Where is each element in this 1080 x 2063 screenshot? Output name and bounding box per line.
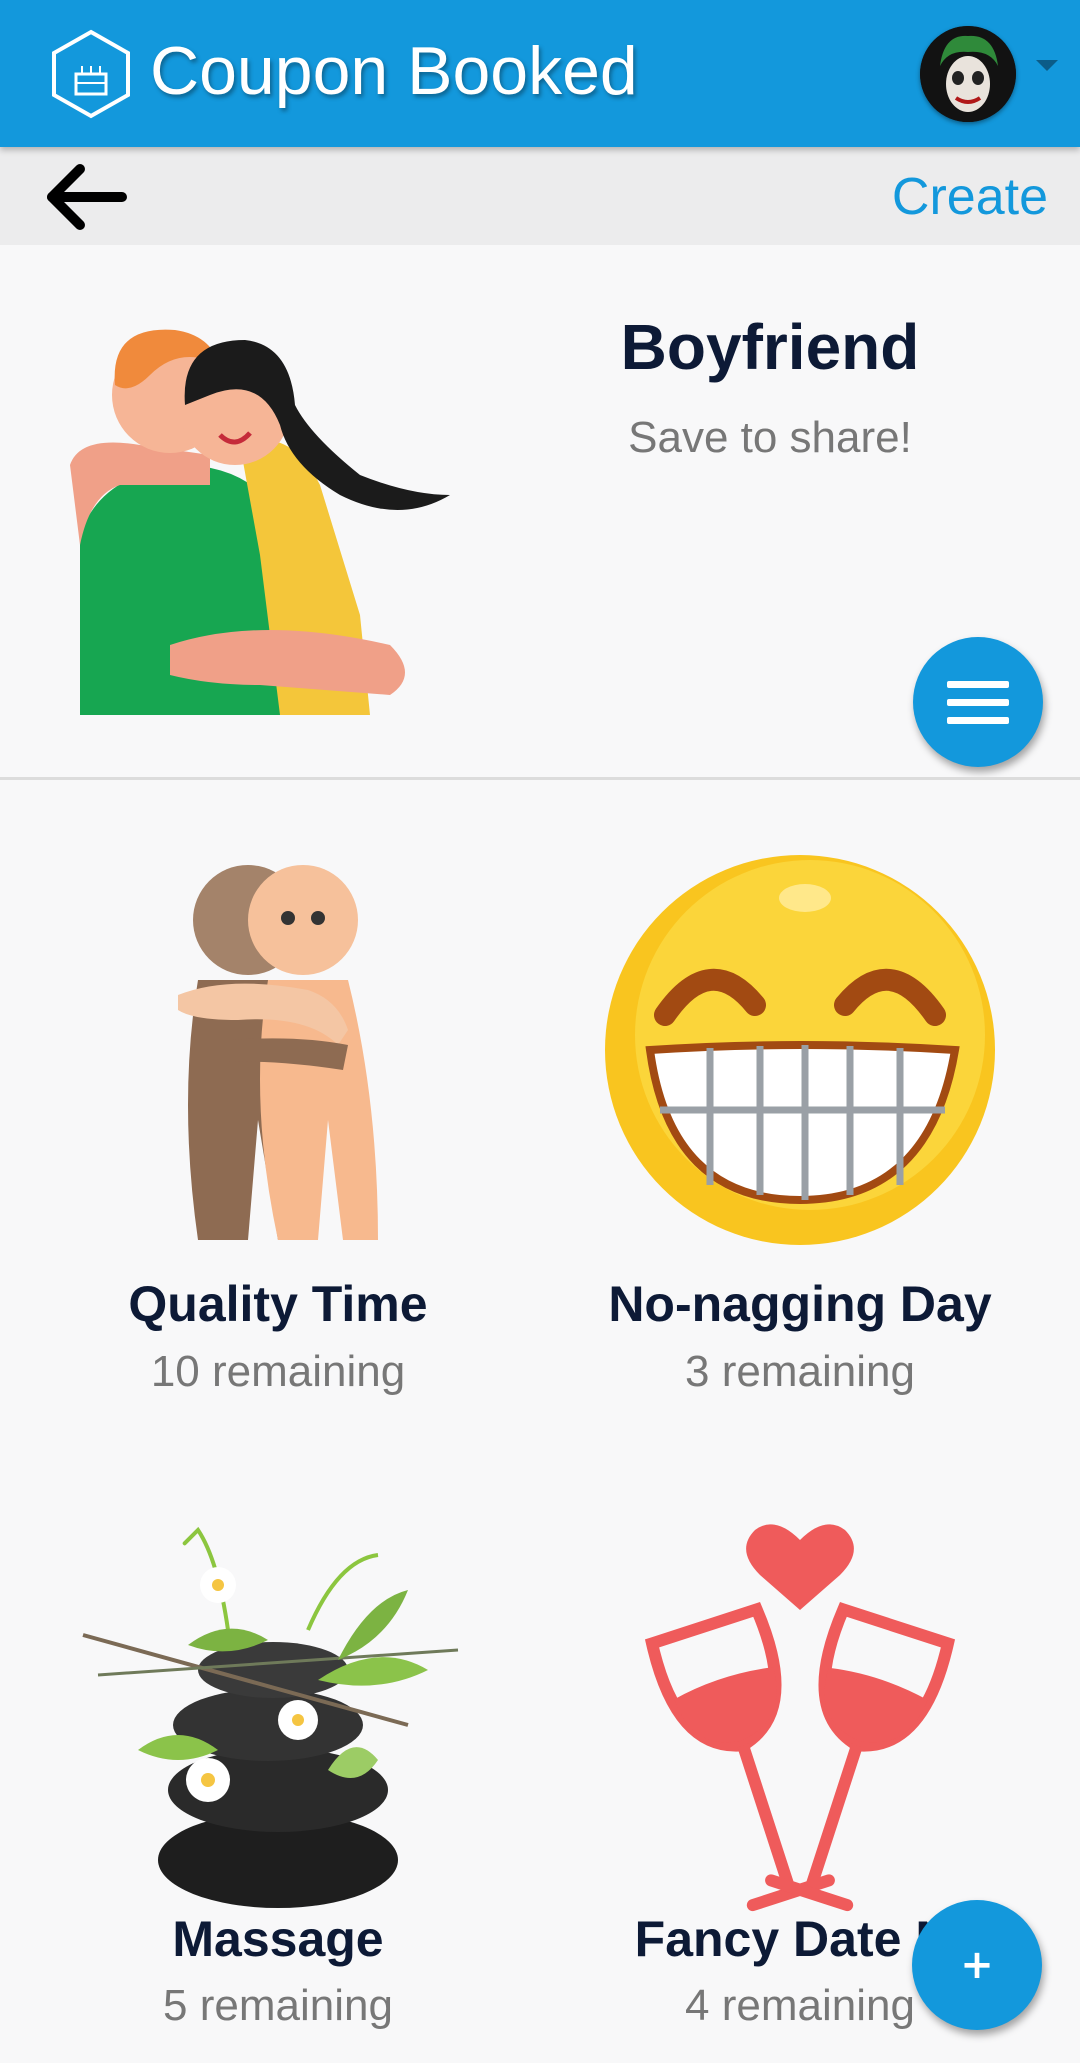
hugging-figures-icon: [178, 865, 378, 1240]
coupon-remaining: 3 remaining: [685, 1347, 915, 1396]
coupon-title: Quality Time: [128, 1276, 428, 1332]
spa-stones-icon: [82, 1526, 459, 1908]
coupon-title: Massage: [172, 1911, 384, 1967]
coupon-remaining: 5 remaining: [163, 1981, 393, 2030]
chevron-down-icon[interactable]: [1036, 60, 1058, 71]
add-coupon-button[interactable]: +: [912, 1900, 1042, 2030]
divider: [0, 777, 1080, 780]
menu-button[interactable]: [913, 637, 1043, 767]
coupon-remaining: 10 remaining: [150, 1347, 406, 1396]
coupon-title: No-nagging Day: [608, 1276, 992, 1332]
toolbar: Create: [0, 147, 1080, 245]
create-button[interactable]: Create: [892, 167, 1048, 227]
book-subtitle: Save to share!: [628, 413, 912, 462]
app-title: Coupon Booked: [150, 33, 638, 109]
coupon-card[interactable]: Massage 5 remaining: [18, 1520, 538, 2060]
coupon-card[interactable]: No-nagging Day 3 remaining: [540, 850, 1060, 1410]
book-title: Boyfriend: [620, 311, 920, 383]
book-header: Boyfriend Save to share!: [0, 245, 1080, 777]
avatar[interactable]: [920, 26, 1016, 122]
wine-glasses-heart-icon: [644, 1524, 956, 1912]
cake-hexagon-icon[interactable]: [50, 28, 132, 120]
arrow-left-icon[interactable]: [40, 159, 130, 235]
hugging-couple-illustration: [70, 329, 450, 715]
hamburger-menu-icon: [947, 681, 1009, 688]
app-bar: Coupon Booked: [0, 0, 1080, 147]
grinning-face-icon: [605, 855, 995, 1245]
coupon-card[interactable]: Quality Time 10 remaining: [18, 850, 538, 1410]
